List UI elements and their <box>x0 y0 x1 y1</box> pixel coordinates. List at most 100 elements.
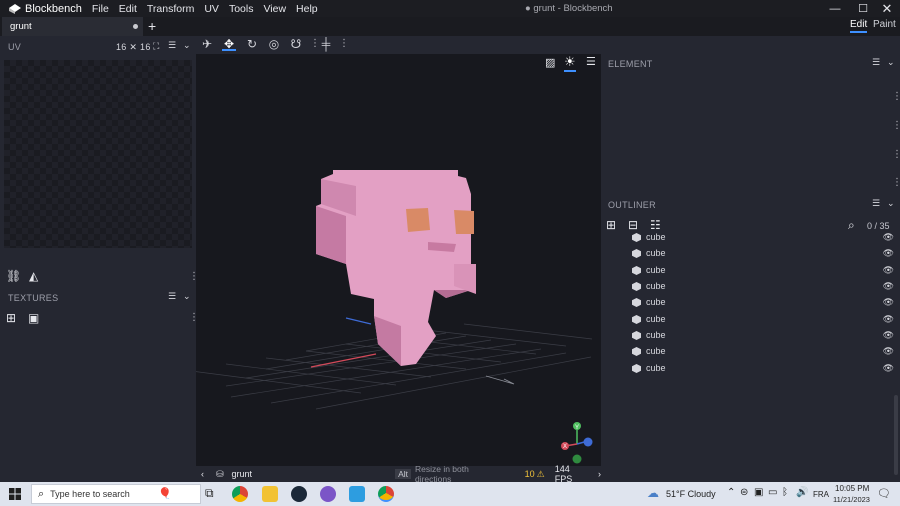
fullscreen-icon[interactable]: ⛶ <box>153 41 160 52</box>
windows-start-icon[interactable] <box>9 488 21 500</box>
outliner-item-label: cube <box>646 363 666 373</box>
project-tab-bar: grunt + Edit Paint <box>0 17 900 36</box>
vertex-snap-icon[interactable]: ☋ <box>289 37 303 51</box>
element-collapse-icon[interactable]: ⌄ <box>887 57 895 68</box>
uv-panel-header: UV 16 ✕ 16 ⛶ ☰ ⌄ <box>8 37 196 57</box>
mode-edit-tab[interactable]: Edit <box>850 19 868 33</box>
search-icon: ⌕ <box>38 487 45 500</box>
visibility-eye-icon[interactable]: 👁 <box>883 346 894 357</box>
outliner-row[interactable]: cube 👁 <box>632 343 900 359</box>
menu-file[interactable]: File <box>92 3 109 15</box>
viewport-menu-icon[interactable]: ☰ <box>586 55 596 68</box>
visibility-eye-icon[interactable]: 👁 <box>883 232 894 243</box>
outliner-row[interactable]: cube 👁 <box>632 245 900 261</box>
uv-editor-canvas[interactable] <box>4 60 192 248</box>
language-indicator[interactable]: FRA <box>813 490 829 499</box>
element-row-more-icon[interactable]: ⋮ <box>892 178 900 188</box>
menu-transform[interactable]: Transform <box>147 3 194 15</box>
rotate-tool-icon[interactable]: ↻ <box>245 37 259 51</box>
visibility-eye-icon[interactable]: 👁 <box>883 281 894 292</box>
messenger-app-icon[interactable] <box>349 486 365 502</box>
file-explorer-app-icon[interactable] <box>262 486 278 502</box>
menu-help[interactable]: Help <box>296 3 318 15</box>
mode-paint-tab[interactable]: Paint <box>873 19 896 30</box>
chevron-left-icon[interactable]: ‹ <box>201 469 204 479</box>
clock-time[interactable]: 10:05 PM <box>835 484 869 493</box>
new-tab-plus-icon[interactable]: + <box>148 17 156 36</box>
outliner-row[interactable]: cube 👁 <box>632 294 900 310</box>
mirror-modeling-icon[interactable]: ╪ <box>319 37 333 51</box>
search-highlight-icon: 🎈 <box>158 488 172 500</box>
tray-chevron-up-icon[interactable]: ⌃ <box>727 487 735 498</box>
warning-count[interactable]: 10 <box>525 469 535 479</box>
lighting-sun-icon[interactable]: ☀ <box>564 54 576 72</box>
link-icon[interactable]: ⛓ <box>6 269 21 283</box>
outliner-row[interactable]: cube 👁 <box>632 311 900 327</box>
outliner-row[interactable]: cube 👁 <box>632 278 900 294</box>
element-row-more-icon[interactable]: ⋮ <box>892 150 900 160</box>
menu-lines-icon[interactable]: ☰ <box>168 40 176 51</box>
element-panel-title: ELEMENT <box>608 59 653 69</box>
pivot-tool-icon[interactable]: ✈ <box>200 37 214 51</box>
fps-counter: 144 FPS <box>554 464 573 484</box>
outliner-row[interactable]: cube 👁 <box>632 360 900 376</box>
project-tab[interactable]: grunt <box>2 17 143 36</box>
tray-bluetooth-icon[interactable]: ᛒ <box>782 487 788 498</box>
element-row-more-icon[interactable]: ⋮ <box>892 92 900 102</box>
notifications-icon[interactable]: 🗨 <box>877 487 891 500</box>
target-tool-icon[interactable]: ◎ <box>267 37 281 51</box>
toolbar-more-icon[interactable]: ⋮ <box>339 39 349 49</box>
mirror-triangle-icon[interactable]: ◭ <box>29 269 38 283</box>
chrome-active-app-icon[interactable] <box>378 486 394 502</box>
steam-app-icon[interactable] <box>291 486 307 502</box>
visibility-eye-icon[interactable]: 👁 <box>883 314 894 325</box>
visibility-eye-icon[interactable]: 👁 <box>883 265 894 276</box>
add-cube-icon[interactable]: ⊞ <box>606 218 616 232</box>
toolbar-separator-icon: ⋮ <box>310 39 320 49</box>
search-placeholder: Type here to search <box>50 489 130 499</box>
3d-viewport[interactable]: Y X ▨ ☀ ☰ <box>196 54 601 466</box>
textures-collapse-icon[interactable]: ⌄ <box>183 291 191 302</box>
orientation-gizmo[interactable]: Y X <box>561 422 593 464</box>
chrome-app-icon[interactable] <box>232 486 248 502</box>
visibility-eye-icon[interactable]: 👁 <box>883 330 894 341</box>
svg-text:Y: Y <box>575 425 579 431</box>
task-view-icon[interactable]: ⧉ <box>205 486 214 501</box>
outliner-row[interactable]: cube 👁 <box>632 229 900 245</box>
warning-icon[interactable]: ⚠ <box>537 469 545 480</box>
taskbar-search-box[interactable]: ⌕ Type here to search 🎈 <box>31 484 201 504</box>
element-row-more-icon[interactable]: ⋮ <box>892 121 900 131</box>
tray-network-icon[interactable]: ⊜ <box>740 487 748 498</box>
visibility-eye-icon[interactable]: 👁 <box>883 248 894 259</box>
outliner-menu-icon[interactable]: ☰ <box>872 198 880 209</box>
menu-tools[interactable]: Tools <box>229 3 254 15</box>
menu-edit[interactable]: Edit <box>119 3 137 15</box>
move-tool-icon[interactable]: ✥ <box>222 37 236 51</box>
screenshot-image-icon[interactable]: ▨ <box>545 56 555 69</box>
import-texture-icon[interactable]: ▣ <box>28 311 39 325</box>
outliner-scrollbar[interactable] <box>894 395 898 475</box>
cube-icon <box>632 297 641 307</box>
element-menu-icon[interactable]: ☰ <box>872 57 880 68</box>
tray-display-icon[interactable]: ▭ <box>768 487 777 498</box>
weather-text[interactable]: 51°F Cloudy <box>666 489 716 499</box>
visibility-eye-icon[interactable]: 👁 <box>883 363 894 374</box>
menu-uv[interactable]: UV <box>204 3 219 15</box>
tray-app-icon[interactable]: ▣ <box>754 487 763 498</box>
outliner-row[interactable]: cube 👁 <box>632 262 900 278</box>
outliner-collapse-icon[interactable]: ⌄ <box>887 198 895 209</box>
textures-menu-icon[interactable]: ☰ <box>168 291 176 302</box>
add-texture-icon[interactable]: ⊞ <box>6 311 16 325</box>
outliner-row[interactable]: cube 👁 <box>632 327 900 343</box>
minimize-button[interactable]: — <box>822 0 848 17</box>
visibility-eye-icon[interactable]: 👁 <box>883 297 894 308</box>
maximize-button[interactable]: ☐ <box>850 0 876 17</box>
discord-app-icon[interactable] <box>320 486 336 502</box>
close-window-button[interactable]: ✕ <box>874 0 900 17</box>
uv-more-icon[interactable]: ⋮ <box>189 272 199 282</box>
clock-date[interactable]: 11/21/2023 <box>833 495 870 504</box>
tray-volume-icon[interactable]: 🔊 <box>796 487 808 498</box>
textures-more-icon[interactable]: ⋮ <box>189 313 199 323</box>
menu-view[interactable]: View <box>263 3 286 15</box>
chevron-down-icon[interactable]: ⌄ <box>183 40 191 51</box>
